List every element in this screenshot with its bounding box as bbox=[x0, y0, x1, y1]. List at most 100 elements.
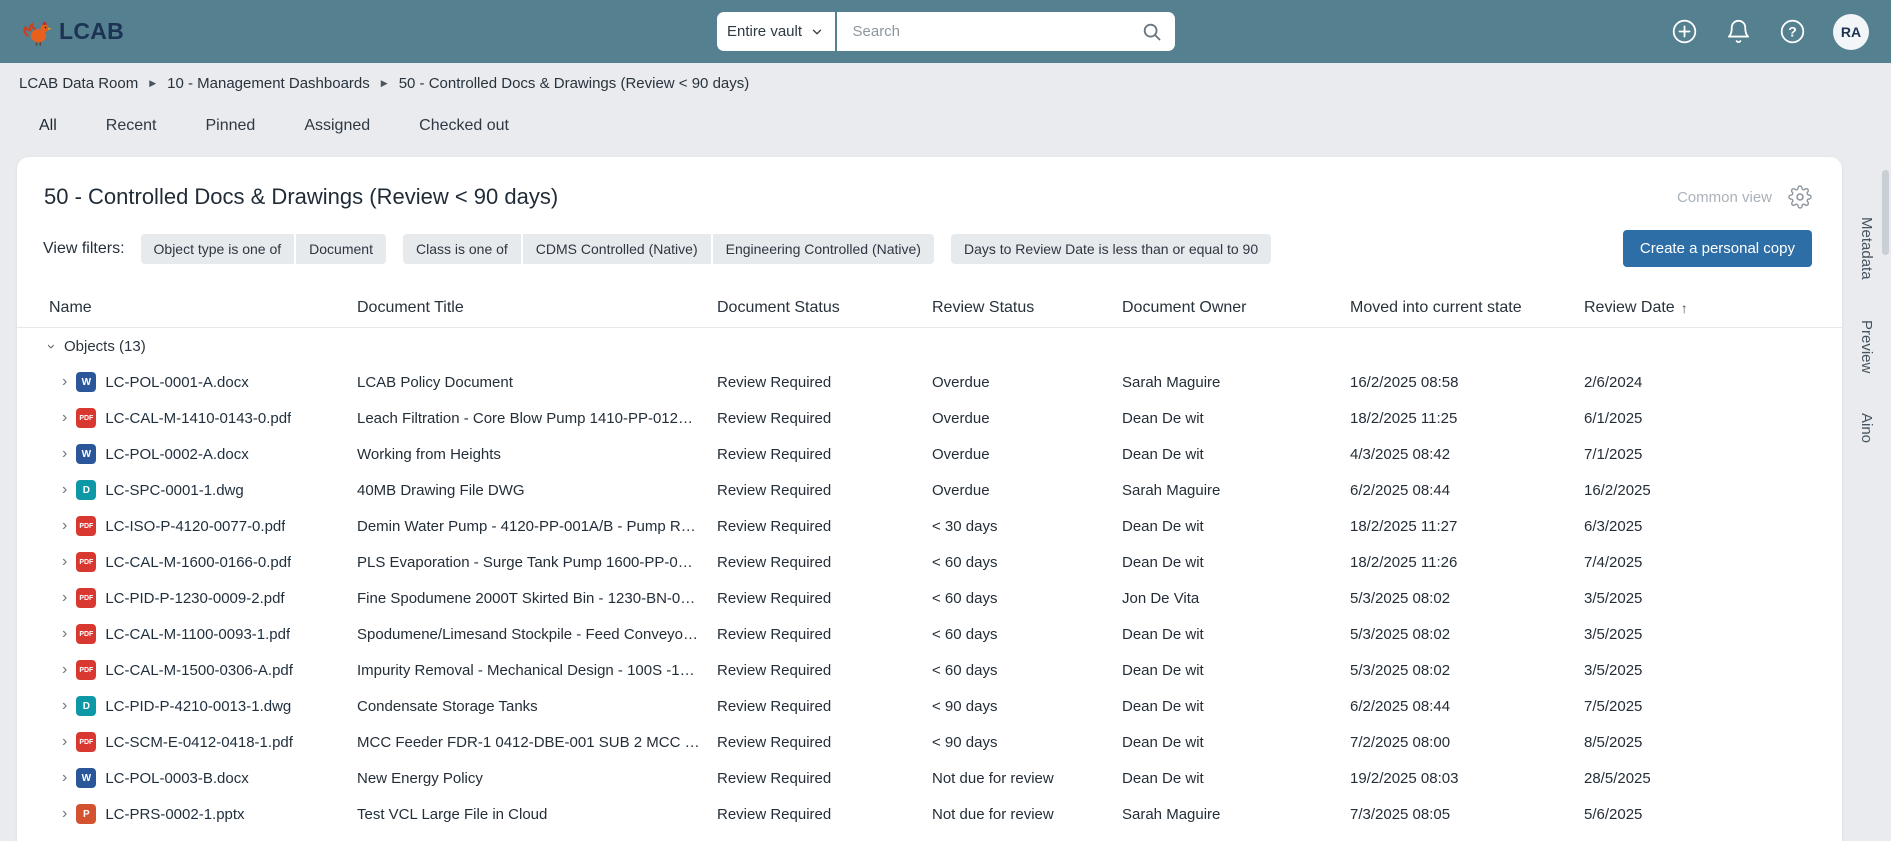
scrollbar-thumb[interactable] bbox=[1882, 170, 1889, 255]
table-row[interactable]: › D LC-SPC-0001-1.dwg 40MB Drawing File … bbox=[17, 472, 1842, 508]
table-row[interactable]: › PDF LC-ISO-P-4120-0077-0.pdf Demin Wat… bbox=[17, 508, 1842, 544]
tab-all[interactable]: All bbox=[39, 117, 57, 135]
tab-assigned[interactable]: Assigned bbox=[304, 117, 370, 135]
table-row[interactable]: › PDF LC-CAL-M-1100-0093-1.pdf Spodumene… bbox=[17, 616, 1842, 652]
table-row[interactable]: › PDF LC-PID-P-1230-0009-2.pdf Fine Spod… bbox=[17, 580, 1842, 616]
file-name[interactable]: LC-CAL-M-1100-0093-1.pdf bbox=[105, 626, 290, 643]
document-title: LCAB Policy Document bbox=[357, 373, 513, 391]
file-name[interactable]: LC-CAL-M-1500-0306-A.pdf bbox=[105, 662, 293, 679]
column-header-label: Review Date bbox=[1584, 298, 1675, 316]
document-owner: Dean De wit bbox=[1122, 625, 1204, 643]
file-type-icon: PDF bbox=[76, 624, 97, 644]
app-logo[interactable]: LCAB bbox=[22, 17, 124, 47]
file-name[interactable]: LC-PRS-0002-1.pptx bbox=[105, 806, 244, 823]
column-header[interactable]: Review Status bbox=[932, 299, 1122, 317]
breadcrumb-item[interactable]: 10 - Management Dashboards bbox=[167, 75, 370, 92]
file-name[interactable]: LC-ISO-P-4120-0077-0.pdf bbox=[105, 518, 285, 535]
table-body: › W LC-POL-0001-A.docx LCAB Policy Docum… bbox=[17, 364, 1842, 832]
file-name[interactable]: LC-SPC-0001-1.dwg bbox=[105, 482, 243, 499]
file-name[interactable]: LC-POL-0002-A.docx bbox=[105, 446, 248, 463]
column-header[interactable]: Document Title bbox=[357, 299, 717, 317]
row-expand-chevron-icon[interactable]: › bbox=[62, 589, 67, 607]
create-personal-copy-button[interactable]: Create a personal copy bbox=[1622, 230, 1812, 267]
table-row[interactable]: › P LC-PRS-0002-1.pptx Test VCL Large Fi… bbox=[17, 796, 1842, 832]
document-status: Review Required bbox=[717, 445, 832, 463]
file-type-icon: W bbox=[76, 768, 97, 788]
row-expand-chevron-icon[interactable]: › bbox=[62, 769, 67, 787]
notifications-bell-icon[interactable] bbox=[1725, 18, 1752, 45]
document-owner: Dean De wit bbox=[1122, 769, 1204, 787]
file-name[interactable]: LC-CAL-M-1600-0166-0.pdf bbox=[105, 554, 291, 571]
column-header[interactable]: Name bbox=[49, 299, 357, 317]
search-scope-dropdown[interactable]: Entire vault bbox=[716, 12, 835, 51]
filter-chip[interactable]: Class is one of CDMS Controlled (Native) E… bbox=[402, 233, 934, 264]
document-owner: Dean De wit bbox=[1122, 733, 1204, 751]
sort-ascending-icon: ↑ bbox=[1680, 299, 1688, 316]
row-expand-chevron-icon[interactable]: › bbox=[62, 625, 67, 643]
table-row[interactable]: › PDF LC-CAL-M-1600-0166-0.pdf PLS Evapo… bbox=[17, 544, 1842, 580]
document-status: Review Required bbox=[717, 769, 832, 787]
table-row[interactable]: › PDF LC-CAL-M-1500-0306-A.pdf Impurity … bbox=[17, 652, 1842, 688]
file-type-icon: PDF bbox=[76, 516, 97, 536]
file-name[interactable]: LC-POL-0001-A.docx bbox=[105, 374, 248, 391]
file-name[interactable]: LC-PID-P-1230-0009-2.pdf bbox=[105, 590, 284, 607]
row-expand-chevron-icon[interactable]: › bbox=[62, 553, 67, 571]
filter-chip[interactable]: Days to Review Date is less than or equa… bbox=[950, 233, 1272, 264]
file-type-icon: PDF bbox=[76, 588, 97, 608]
document-title: MCC Feeder FDR-1 0412-DBE-001 SUB 2 MCC … bbox=[357, 733, 717, 751]
row-expand-chevron-icon[interactable]: › bbox=[62, 517, 67, 535]
file-name[interactable]: LC-PID-P-4210-0013-1.dwg bbox=[105, 698, 291, 715]
column-header[interactable]: Document Owner bbox=[1122, 299, 1350, 317]
file-name[interactable]: LC-SCM-E-0412-0418-1.pdf bbox=[105, 734, 293, 751]
document-status: Review Required bbox=[717, 625, 832, 643]
table-row[interactable]: › D LC-PID-P-4210-0013-1.dwg Condensate … bbox=[17, 688, 1842, 724]
file-type-icon: PDF bbox=[76, 660, 97, 680]
breadcrumb-item[interactable]: 50 - Controlled Docs & Drawings (Review … bbox=[399, 75, 750, 92]
table-header-row: Name Document Title Document Status Review … bbox=[17, 288, 1842, 328]
review-date: 5/6/2025 bbox=[1584, 805, 1643, 823]
row-expand-chevron-icon[interactable]: › bbox=[62, 445, 67, 463]
group-collapse-chevron-icon[interactable]: › bbox=[43, 344, 60, 349]
sidebar-tab-aino[interactable]: Aino bbox=[1858, 413, 1875, 443]
help-icon[interactable]: ? bbox=[1779, 18, 1806, 45]
search-icon[interactable] bbox=[1141, 21, 1163, 43]
table-row[interactable]: › W LC-POL-0002-A.docx Working from Heig… bbox=[17, 436, 1842, 472]
user-avatar[interactable]: RA bbox=[1833, 13, 1869, 50]
row-expand-chevron-icon[interactable]: › bbox=[62, 661, 67, 679]
column-header-label: Moved into current state bbox=[1350, 298, 1522, 316]
column-header-label: Document Status bbox=[717, 298, 840, 316]
table-row[interactable]: › W LC-POL-0003-B.docx New Energy Policy… bbox=[17, 760, 1842, 796]
row-expand-chevron-icon[interactable]: › bbox=[62, 481, 67, 499]
column-header[interactable]: Moved into current state bbox=[1350, 299, 1584, 317]
column-header[interactable]: Review Date ↑ bbox=[1584, 299, 1826, 317]
tab-recent[interactable]: Recent bbox=[106, 117, 157, 135]
moved-into-current-state: 18/2/2025 11:27 bbox=[1350, 517, 1458, 535]
sidebar-tab-preview[interactable]: Preview bbox=[1858, 320, 1875, 373]
table-row[interactable]: › PDF LC-SCM-E-0412-0418-1.pdf MCC Feede… bbox=[17, 724, 1842, 760]
main-card: 50 - Controlled Docs & Drawings (Review … bbox=[17, 157, 1842, 841]
row-expand-chevron-icon[interactable]: › bbox=[62, 733, 67, 751]
file-name[interactable]: LC-CAL-M-1410-0143-0.pdf bbox=[105, 410, 291, 427]
sidebar-tab-metadata[interactable]: Metadata bbox=[1858, 217, 1875, 280]
row-expand-chevron-icon[interactable]: › bbox=[62, 697, 67, 715]
document-owner: Sarah Maguire bbox=[1122, 481, 1221, 499]
table-row[interactable]: › W LC-POL-0001-A.docx LCAB Policy Docum… bbox=[17, 364, 1842, 400]
search-input[interactable] bbox=[852, 23, 1141, 40]
tab-pinned[interactable]: Pinned bbox=[205, 117, 255, 135]
document-status: Review Required bbox=[717, 409, 832, 427]
filter-chip-part: Days to Review Date is less than or equa… bbox=[950, 233, 1272, 264]
filter-chip[interactable]: Object type is one of Document bbox=[140, 233, 386, 264]
row-expand-chevron-icon[interactable]: › bbox=[62, 409, 67, 427]
row-expand-chevron-icon[interactable]: › bbox=[62, 373, 67, 391]
row-expand-chevron-icon[interactable]: › bbox=[62, 805, 67, 823]
breadcrumb-item[interactable]: LCAB Data Room bbox=[19, 75, 138, 92]
settings-gear-icon[interactable] bbox=[1788, 185, 1812, 209]
review-date: 3/5/2025 bbox=[1584, 589, 1643, 607]
moved-into-current-state: 19/2/2025 08:03 bbox=[1350, 769, 1459, 787]
create-plus-icon[interactable] bbox=[1671, 18, 1698, 45]
tab-checked-out[interactable]: Checked out bbox=[419, 117, 509, 135]
column-header[interactable]: Document Status bbox=[717, 299, 932, 317]
table-row[interactable]: › PDF LC-CAL-M-1410-0143-0.pdf Leach Fil… bbox=[17, 400, 1842, 436]
file-name[interactable]: LC-POL-0003-B.docx bbox=[105, 770, 248, 787]
search-box bbox=[836, 12, 1175, 51]
